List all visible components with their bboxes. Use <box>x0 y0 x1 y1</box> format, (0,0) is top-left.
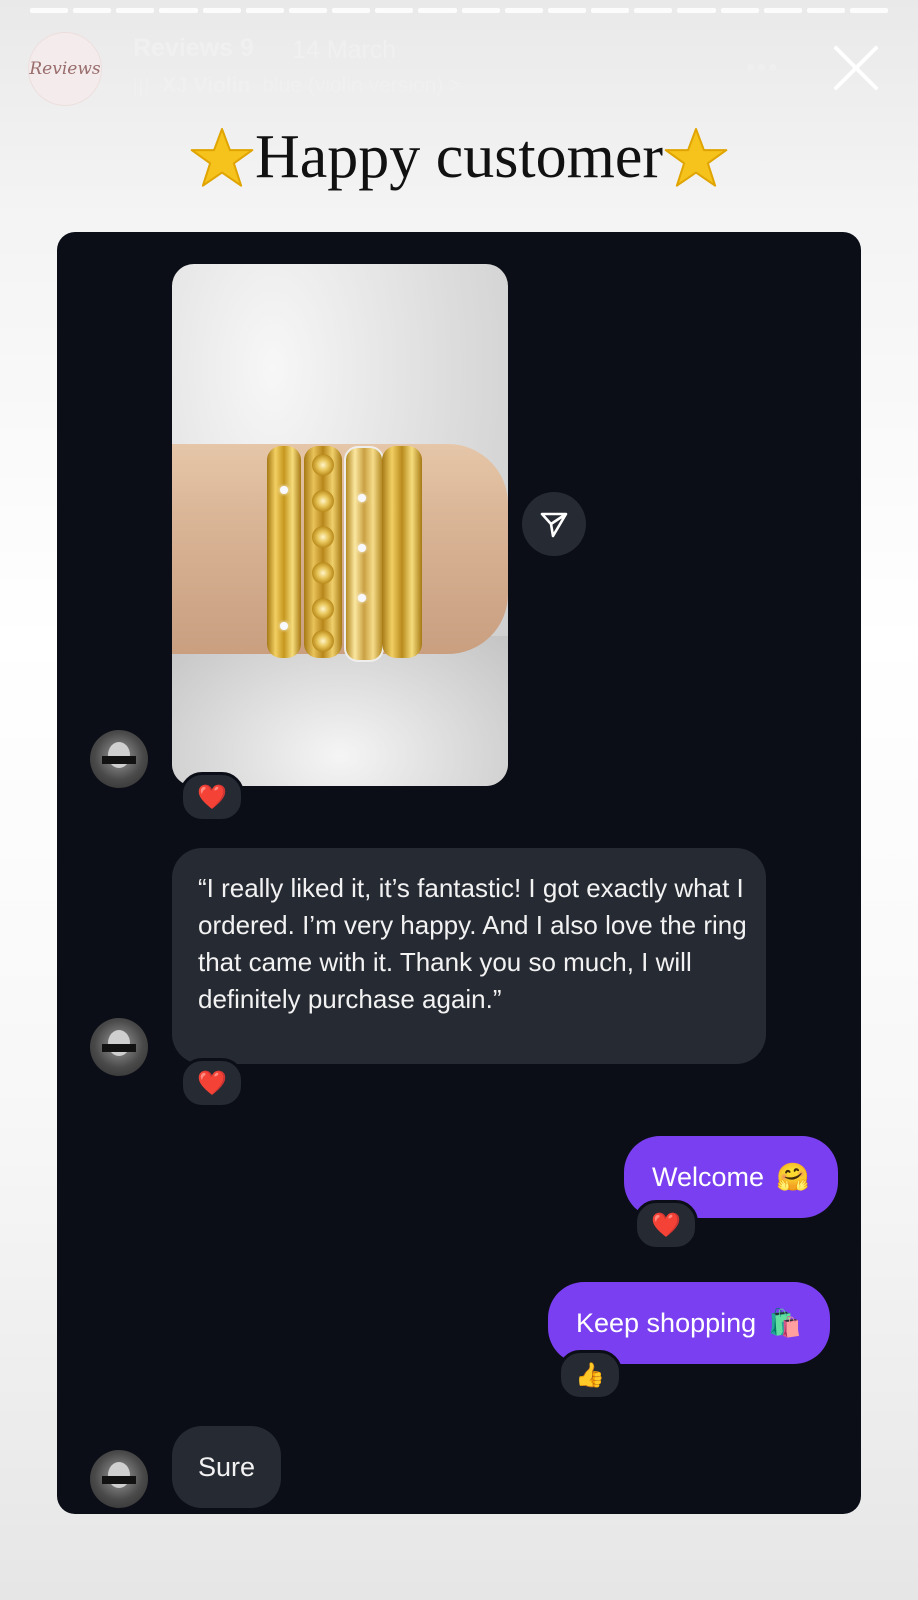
heart-reaction[interactable]: ❤️ <box>180 1058 244 1108</box>
progress-segment <box>30 8 69 13</box>
flower-charm <box>312 490 334 512</box>
share-button[interactable] <box>522 492 586 556</box>
progress-segment <box>591 8 630 13</box>
close-icon[interactable] <box>830 42 882 94</box>
heart-reaction[interactable]: ❤️ <box>180 772 244 822</box>
progress-segment <box>332 8 371 13</box>
progress-segment <box>634 8 673 13</box>
music-bars-icon: ||| <box>133 75 151 96</box>
progress-segment <box>677 8 716 13</box>
headline: Happy customer <box>0 122 918 193</box>
flower-charm <box>312 598 334 620</box>
customer-avatar[interactable] <box>90 1450 148 1508</box>
customer-avatar[interactable] <box>90 1018 148 1076</box>
progress-segment <box>245 8 284 13</box>
progress-segment <box>504 8 543 13</box>
progress-segment <box>763 8 802 13</box>
music-attribution[interactable]: ||| XJ Violin blue (violin version) > <box>133 74 461 98</box>
headline-text: Happy customer <box>254 123 664 191</box>
flower-charm <box>312 630 334 652</box>
progress-segment <box>375 8 414 13</box>
progress-segment <box>418 8 457 13</box>
progress-segment <box>288 8 328 13</box>
flower-charm <box>312 454 334 476</box>
shopping-bags-emoji-icon: 🛍️ <box>768 1308 802 1338</box>
bracelet <box>304 446 342 658</box>
progress-segment <box>159 8 198 13</box>
fur-background <box>172 636 508 786</box>
progress-segment <box>461 8 500 13</box>
star-icon <box>190 127 254 187</box>
music-artist: XJ Violin <box>162 74 251 97</box>
stone <box>358 594 366 602</box>
star-icon <box>664 127 728 187</box>
progress-segment <box>806 8 845 13</box>
bracelet <box>344 446 384 662</box>
progress-segment <box>202 8 241 13</box>
story-title[interactable]: Reviews 9 <box>133 34 254 63</box>
thumbs-up-reaction[interactable]: 👍 <box>558 1350 622 1400</box>
progress-segment <box>547 8 587 13</box>
avatar-censor-band <box>102 1476 136 1484</box>
brand-avatar-text: Reviews <box>29 59 101 79</box>
bracelet <box>382 446 422 658</box>
avatar-censor-band <box>102 756 136 764</box>
flower-charm <box>312 562 334 584</box>
music-song: blue (violin version) > <box>262 74 462 97</box>
profile-avatar[interactable]: Reviews <box>28 32 102 106</box>
review-message: “I really liked it, it’s fantastic! I go… <box>172 848 766 1064</box>
avatar-face <box>108 1030 130 1056</box>
story-progress-bar <box>30 8 889 13</box>
customer-avatar[interactable] <box>90 730 148 788</box>
progress-segment <box>720 8 759 13</box>
avatar-face <box>108 1462 130 1488</box>
welcome-text: Welcome <box>652 1161 765 1192</box>
avatar-censor-band <box>102 1044 136 1052</box>
more-options-icon[interactable]: ••• <box>746 52 779 83</box>
stone <box>358 494 366 502</box>
keep-shopping-text: Keep shopping <box>576 1307 757 1338</box>
heart-reaction[interactable]: ❤️ <box>634 1200 698 1250</box>
progress-segment <box>73 8 112 13</box>
bracelet-photo[interactable] <box>172 264 508 786</box>
send-icon <box>540 512 568 538</box>
story-date: 14 March <box>292 36 397 64</box>
stone <box>280 622 288 630</box>
stone <box>280 486 288 494</box>
hugging-emoji-icon: 🤗 <box>776 1162 810 1192</box>
avatar-face <box>108 742 130 768</box>
stone <box>358 544 366 552</box>
progress-segment <box>116 8 155 13</box>
progress-segment <box>849 8 889 13</box>
flower-charm <box>312 526 334 548</box>
sure-message: Sure <box>172 1426 282 1508</box>
